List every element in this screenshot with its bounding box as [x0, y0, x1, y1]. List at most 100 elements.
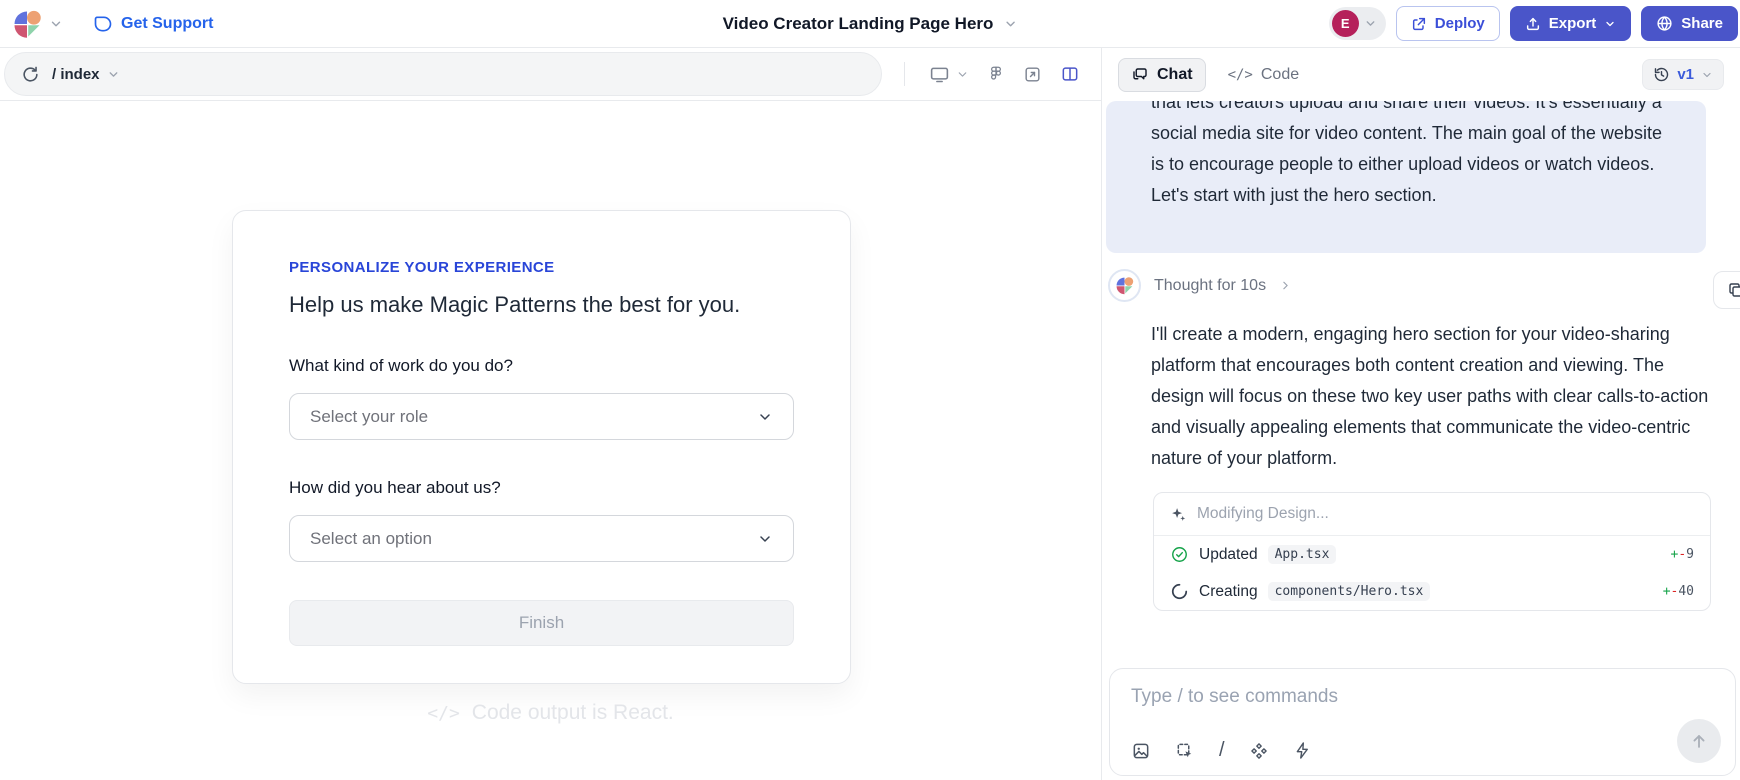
chat-bubble-icon — [93, 14, 113, 34]
referral-select-placeholder: Select an option — [310, 529, 432, 549]
chevron-down-icon — [107, 68, 120, 81]
assistant-header[interactable]: Thought for 10s — [1108, 269, 1740, 302]
preview-toolbar: / index — [0, 48, 1101, 101]
referral-question-label: How did you hear about us? — [289, 478, 794, 498]
added-marker: + — [1663, 584, 1671, 599]
chevron-down-icon — [1364, 17, 1377, 30]
chevron-down-icon — [757, 409, 773, 425]
app-header: Get Support Video Creator Landing Page H… — [0, 0, 1740, 47]
export-button[interactable]: Export — [1510, 6, 1632, 41]
version-label: v1 — [1677, 66, 1694, 83]
task-action: Creating — [1199, 583, 1258, 601]
send-button[interactable] — [1677, 719, 1721, 763]
slash-command-icon[interactable]: / — [1219, 739, 1225, 762]
page-title: Video Creator Landing Page Hero — [723, 14, 994, 34]
sparkle-icon — [1170, 506, 1187, 523]
thought-duration: Thought for 10s — [1154, 277, 1266, 295]
task-row[interactable]: Updated App.tsx +-9 — [1154, 536, 1710, 573]
removed-marker: - — [1678, 547, 1686, 562]
project-title-menu[interactable]: Video Creator Landing Page Hero — [723, 14, 1018, 34]
copy-icon — [1727, 281, 1740, 299]
file-chip: components/Hero.tsx — [1268, 582, 1431, 601]
code-icon: </> — [427, 703, 460, 724]
assistant-avatar — [1108, 269, 1141, 302]
preview-panel: PERSONALIZE YOUR EXPERIENCE Help us make… — [0, 101, 1101, 780]
divider — [904, 62, 905, 86]
diff-stats: +-40 — [1663, 584, 1694, 599]
code-output-text: Code output is React. — [472, 701, 674, 725]
task-status-text: Modifying Design... — [1197, 505, 1329, 523]
account-menu[interactable]: E — [1329, 7, 1386, 40]
finish-button[interactable]: Finish — [289, 600, 794, 646]
task-card-header: Modifying Design... — [1154, 493, 1710, 536]
chat-input-tools: / — [1131, 739, 1312, 762]
spinner-icon — [1170, 582, 1189, 601]
file-chip: App.tsx — [1268, 545, 1337, 564]
device-monitor-icon[interactable] — [929, 64, 950, 85]
diff-count: 9 — [1686, 547, 1694, 562]
export-label: Export — [1549, 15, 1597, 32]
referral-select[interactable]: Select an option — [289, 515, 794, 562]
chevron-right-icon — [1279, 279, 1292, 292]
tab-chat-label: Chat — [1157, 66, 1193, 84]
task-action: Updated — [1199, 546, 1258, 564]
chevron-down-icon — [757, 531, 773, 547]
get-support-label: Get Support — [121, 15, 213, 33]
refresh-icon[interactable] — [21, 65, 40, 84]
header-actions: E Deploy Export Share — [1329, 6, 1728, 41]
figma-icon[interactable] — [987, 65, 1005, 83]
tab-code[interactable]: </> Code — [1228, 66, 1300, 84]
code-output-note: </> Code output is React. — [0, 701, 1101, 725]
share-label: Share — [1681, 15, 1723, 32]
bolt-icon[interactable] — [1293, 741, 1312, 760]
copy-message-button[interactable] — [1713, 271, 1740, 309]
task-row[interactable]: Creating components/Hero.tsx +-40 — [1154, 573, 1710, 610]
address-bar[interactable]: / index — [4, 52, 882, 96]
workspace-menu[interactable] — [12, 9, 63, 39]
chevron-down-icon[interactable] — [956, 68, 969, 81]
user-message: that lets creators upload and share thei… — [1106, 101, 1706, 253]
arrow-up-icon — [1689, 731, 1709, 751]
open-external-icon[interactable] — [1023, 65, 1042, 84]
deploy-button[interactable]: Deploy — [1396, 6, 1500, 41]
route-selector[interactable]: / index — [52, 66, 120, 83]
chevron-down-icon — [1701, 69, 1713, 81]
task-card: Modifying Design... Updated App.tsx +-9 … — [1153, 492, 1711, 611]
user-message-text: that lets creators upload and share thei… — [1151, 101, 1668, 211]
role-select[interactable]: Select your role — [289, 393, 794, 440]
chat-input-box: / — [1109, 668, 1736, 776]
chat-panel: that lets creators upload and share thei… — [1101, 101, 1740, 780]
globe-icon — [1656, 15, 1673, 32]
select-area-icon[interactable] — [1175, 741, 1195, 761]
role-question-label: What kind of work do you do? — [289, 356, 794, 376]
diff-stats: +-9 — [1671, 547, 1694, 562]
split-pane-icon[interactable] — [1060, 64, 1080, 84]
chat-input[interactable] — [1131, 686, 1691, 708]
get-support-link[interactable]: Get Support — [93, 14, 213, 34]
card-heading: Help us make Magic Patterns the best for… — [289, 292, 794, 318]
history-icon — [1653, 66, 1670, 83]
personalize-card: PERSONALIZE YOUR EXPERIENCE Help us make… — [232, 210, 851, 684]
tab-chat[interactable]: Chat — [1118, 58, 1206, 92]
upload-icon — [1525, 16, 1541, 32]
chevron-down-icon — [49, 17, 63, 31]
card-eyebrow: PERSONALIZE YOUR EXPERIENCE — [289, 259, 794, 276]
main-area: PERSONALIZE YOUR EXPERIENCE Help us make… — [0, 101, 1740, 780]
diamonds-icon[interactable] — [1249, 741, 1269, 761]
code-icon: </> — [1228, 67, 1253, 83]
chat-tab-icon — [1131, 66, 1149, 84]
share-button[interactable]: Share — [1641, 6, 1738, 41]
assistant-message: I'll create a modern, engaging hero sect… — [1151, 319, 1712, 474]
magic-patterns-logo-icon — [12, 9, 42, 39]
chevron-down-icon — [1003, 17, 1017, 31]
toolbar-row: / index — [0, 47, 1740, 101]
version-selector[interactable]: v1 — [1642, 59, 1724, 90]
chevron-down-icon — [1604, 18, 1616, 30]
chat-toolbar: Chat </> Code v1 — [1101, 48, 1740, 101]
role-select-placeholder: Select your role — [310, 407, 428, 427]
image-icon[interactable] — [1131, 741, 1151, 761]
tab-code-label: Code — [1261, 66, 1299, 84]
finish-label: Finish — [519, 613, 564, 633]
check-circle-icon — [1170, 545, 1189, 564]
deploy-label: Deploy — [1435, 15, 1485, 32]
